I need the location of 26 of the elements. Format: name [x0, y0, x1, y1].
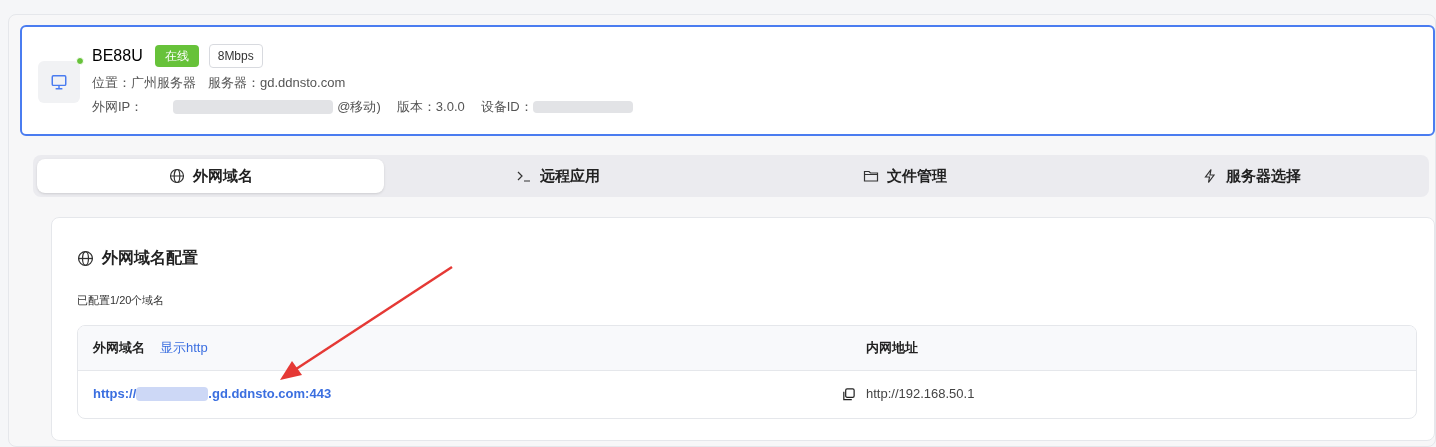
panel-title: 外网域名配置 [102, 248, 198, 268]
domain-link[interactable]: https:// .gd.ddnsto.com:443 [93, 384, 332, 404]
tab[interactable]: 远程应用 [384, 159, 731, 193]
location-text: 位置：广州服务器 [92, 74, 196, 93]
ip-carrier-text: @移动) [337, 98, 381, 117]
folder-icon [862, 168, 879, 184]
tab[interactable]: 文件管理 [731, 159, 1078, 193]
globe-icon [168, 168, 185, 184]
server-text: 服务器：gd.ddnsto.com [208, 74, 346, 93]
device-id-label: 设备ID： [480, 98, 533, 117]
version-text: 版本：3.0.0 [396, 98, 465, 117]
tab[interactable]: 外网域名 [37, 159, 384, 193]
copy-icon[interactable] [841, 386, 856, 402]
column-header: 外网域名 [93, 338, 145, 357]
ip-label: 外网IP： [92, 98, 144, 117]
lightning-icon [1202, 168, 1218, 184]
speed-badge: 8Mbps [208, 44, 263, 68]
device-name: BE88U [92, 46, 143, 66]
table-cell-text: http://192.168.50.1 [866, 385, 975, 404]
column-header: 内网地址 [866, 338, 918, 357]
show-http-link[interactable]: 显示http [160, 337, 208, 358]
status-badge: 在线 [154, 45, 199, 67]
summary-text: 已配置1/20个域名 [77, 293, 166, 308]
tab[interactable]: 服务器选择 [1078, 159, 1425, 193]
globe-icon [77, 249, 94, 267]
monitor-icon [50, 73, 68, 91]
